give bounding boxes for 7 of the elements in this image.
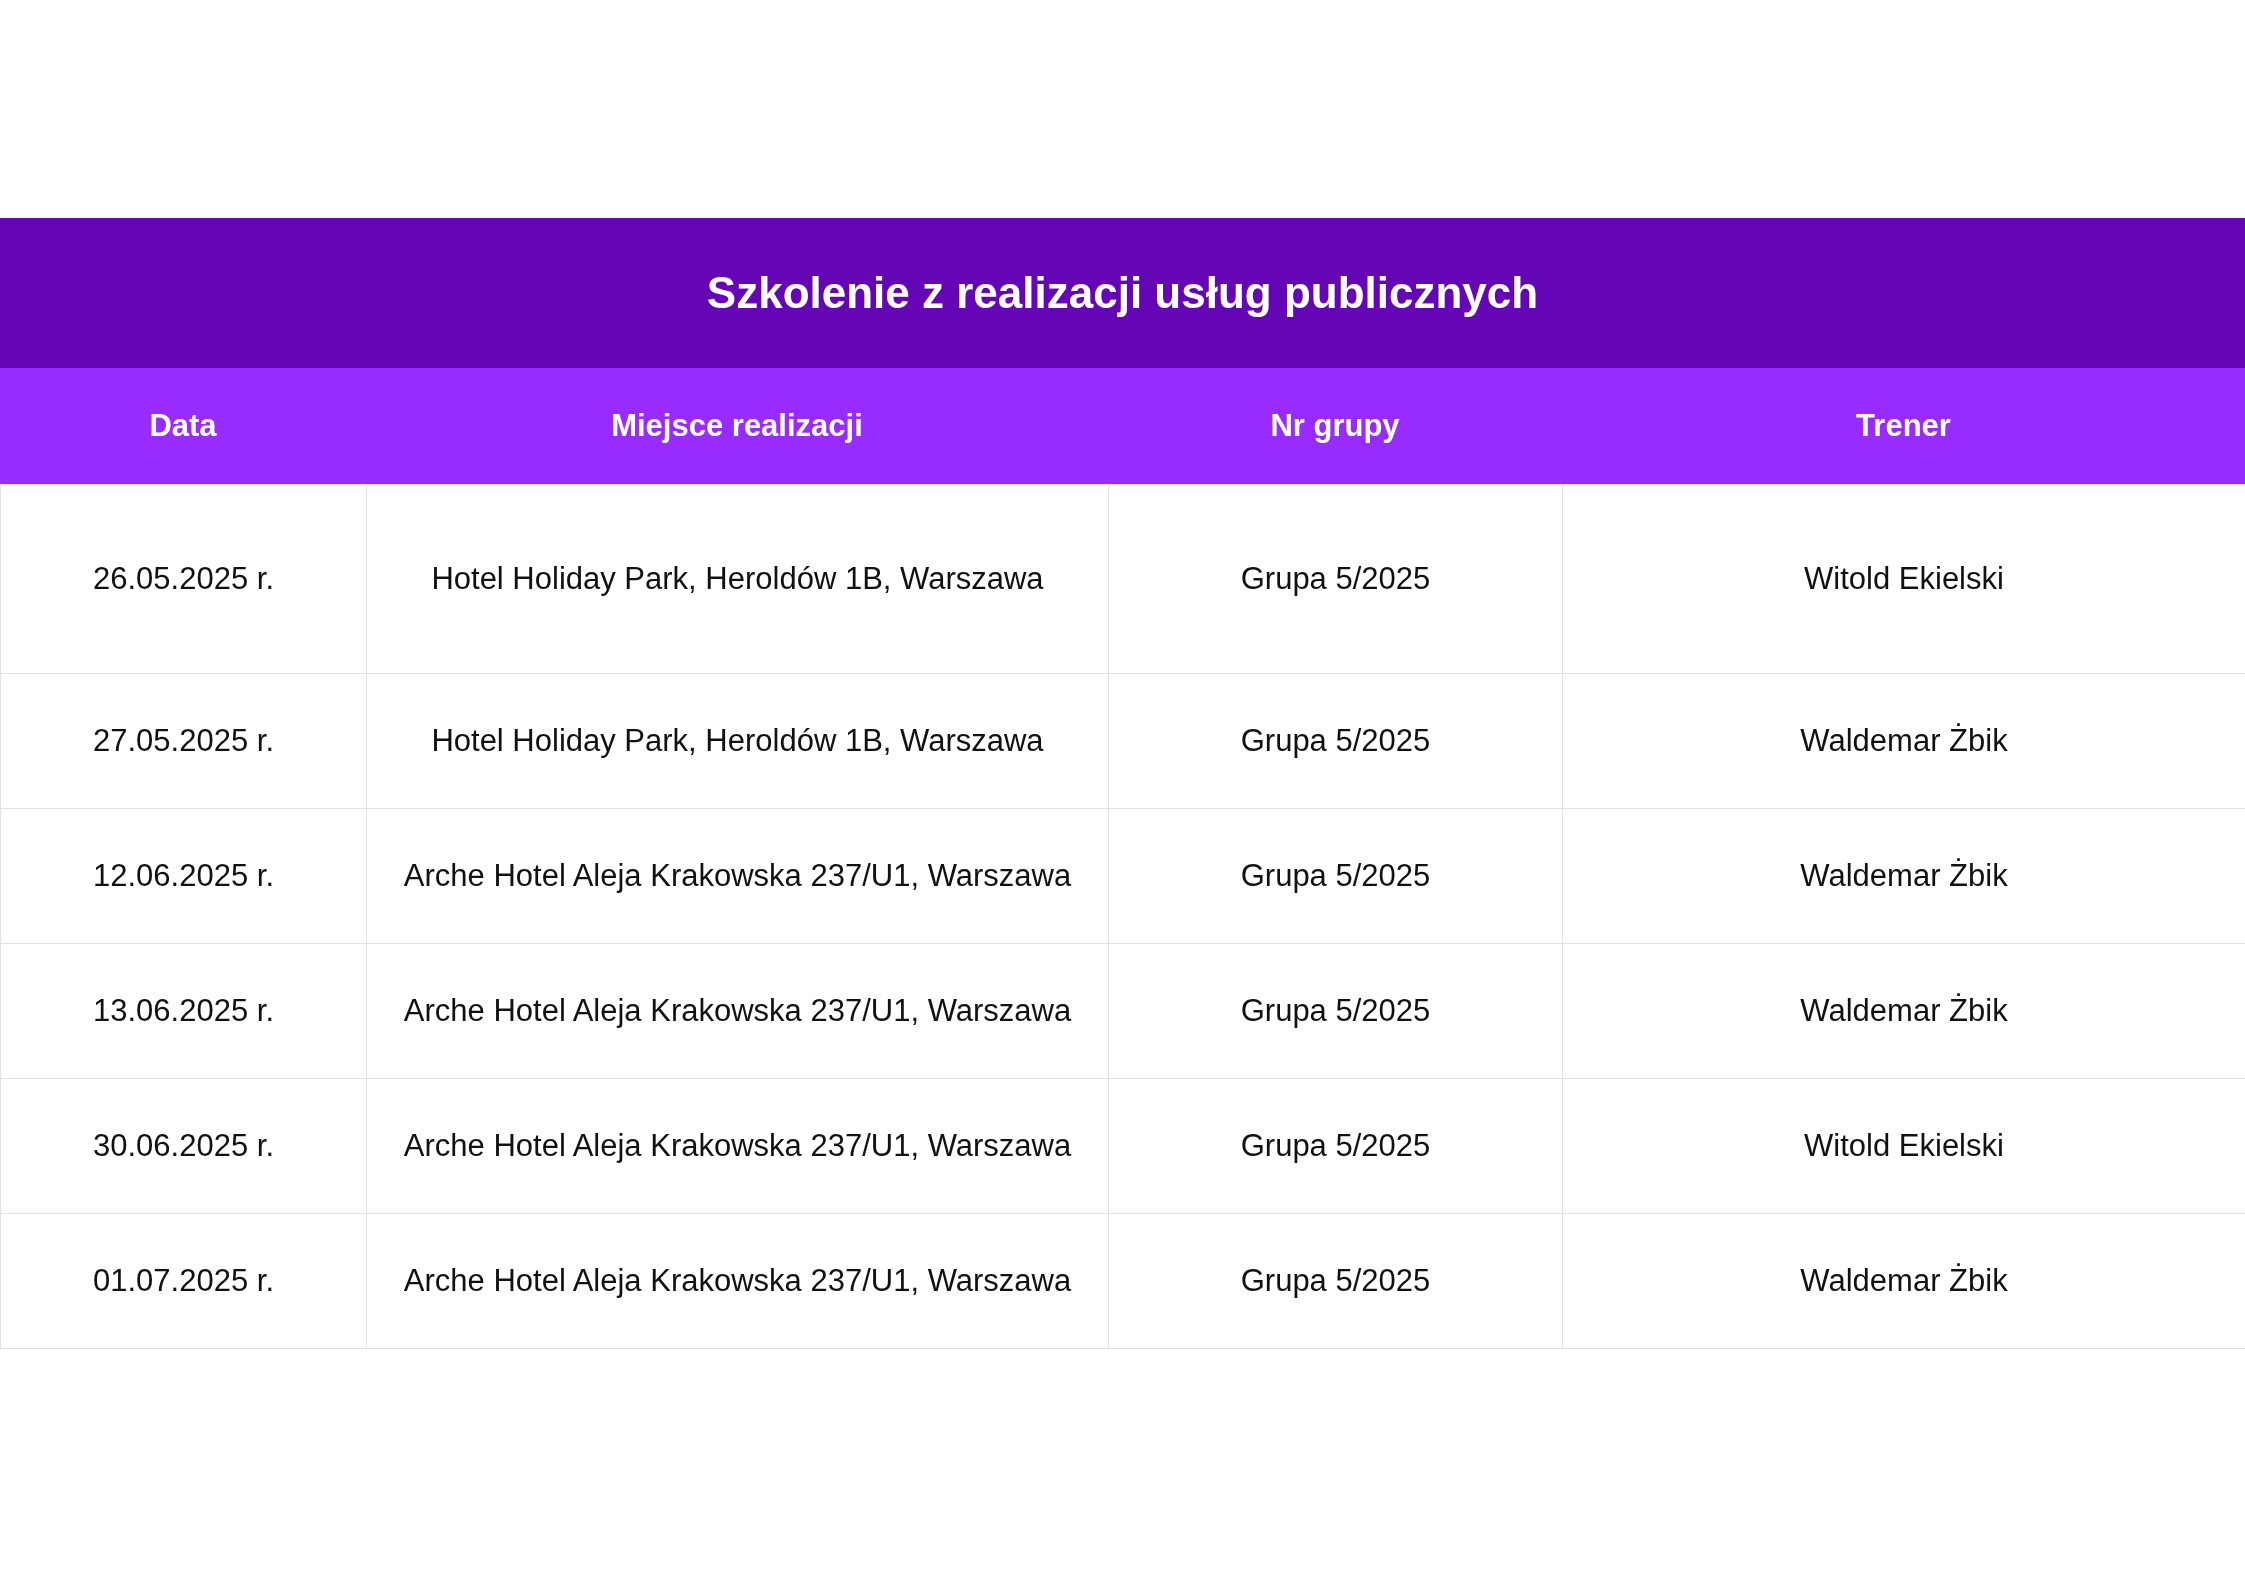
column-header: Miejsce realizacji: [610, 407, 864, 445]
table-cell: 26.05.2025 r.: [0, 484, 367, 674]
column-header: Trener: [1855, 407, 1952, 445]
table-title: Szkolenie z realizacji usług publicznych: [0, 218, 2245, 368]
column-header: Nr grupy: [1269, 407, 1401, 445]
table-cell: 01.07.2025 r.: [0, 1213, 367, 1349]
column-header: Data: [148, 407, 218, 445]
